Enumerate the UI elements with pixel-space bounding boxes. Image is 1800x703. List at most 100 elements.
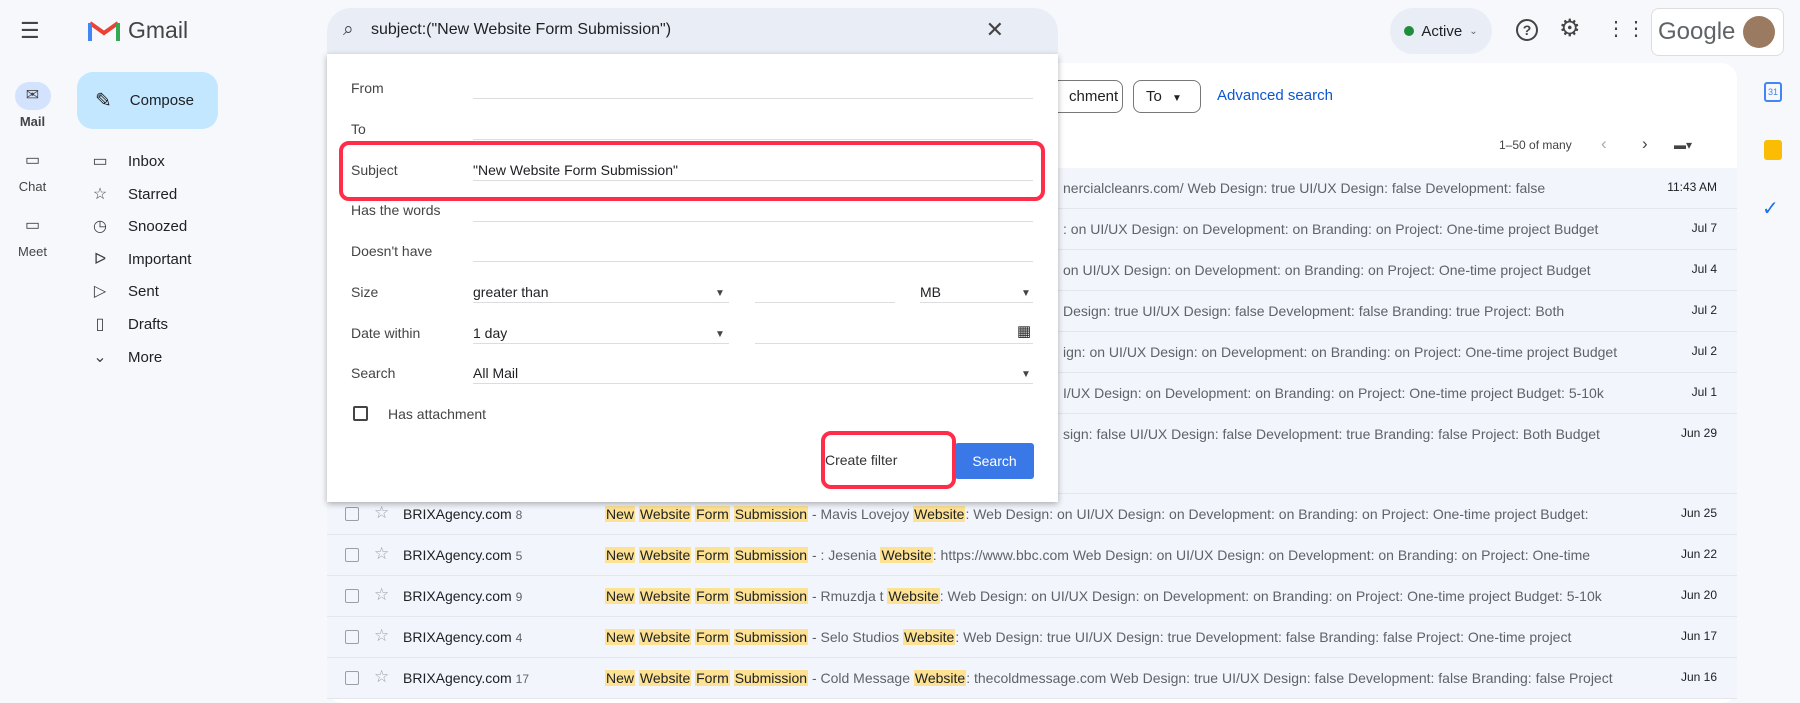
email-sender: BRIXAgency.com 5 — [403, 547, 522, 563]
highlight-term: New — [605, 506, 636, 522]
email-row[interactable]: ☆ BRIXAgency.com 5 New Website Form Submi… — [327, 535, 1737, 576]
email-row[interactable]: ☆ BRIXAgency.com 9 New Website Form Submi… — [327, 576, 1737, 617]
caret-down-icon: ▼ — [715, 288, 725, 299]
search-icon[interactable]: ⌕ — [343, 19, 354, 41]
snippet-text: - Selo Studios — [808, 629, 903, 645]
select-checkbox[interactable] — [345, 671, 359, 685]
important-icon: ᐅ — [93, 251, 107, 268]
has-words-input[interactable] — [473, 221, 1033, 222]
email-sender: BRIXAgency.com 17 — [403, 670, 529, 686]
snippet-text: : Web Design: on UI/UX Design: on Develo… — [965, 506, 1589, 522]
help-icon[interactable]: ? — [1516, 19, 1538, 41]
search-bar[interactable]: ⌕ subject:("New Website Form Submission"… — [327, 8, 1058, 54]
clear-search-icon[interactable]: ✕ — [986, 17, 1004, 43]
rail-meet[interactable]: ▭ Meet — [0, 212, 65, 259]
search-input[interactable]: subject:("New Website Form Submission") — [371, 21, 671, 39]
highlight-term: Website — [638, 588, 692, 604]
has-attachment-checkbox[interactable] — [353, 406, 368, 421]
nav-more[interactable]: ⌄ More — [90, 347, 162, 367]
email-date: Jul 7 — [1691, 221, 1717, 235]
search-scope-select[interactable]: All Mail — [473, 365, 518, 381]
prev-page-icon[interactable]: ‹ — [1601, 134, 1607, 154]
size-unit-select[interactable]: MB — [920, 284, 941, 300]
size-value-input[interactable] — [755, 302, 895, 303]
email-row[interactable]: ☆ BRIXAgency.com 4 New Website Form Submi… — [327, 617, 1737, 658]
keep-icon[interactable] — [1764, 140, 1782, 160]
nav-label: More — [128, 348, 163, 366]
rail-mail[interactable]: ✉ Mail — [0, 82, 65, 129]
snippet-text: : Web Design: on UI/UX Design: on Develo… — [939, 588, 1602, 604]
gmail-logo[interactable]: Gmail — [88, 17, 188, 44]
to-chip[interactable]: To ▼ — [1133, 80, 1201, 113]
has-words-label: Has the words — [351, 202, 441, 218]
select-checkbox[interactable] — [345, 507, 359, 521]
email-subject: New Website Form Submission - : Jesenia … — [605, 547, 1590, 563]
star-icon[interactable]: ☆ — [374, 626, 389, 646]
draft-icon: ▯ — [95, 316, 105, 333]
star-icon[interactable]: ☆ — [374, 544, 389, 564]
account-button[interactable]: Google — [1651, 8, 1784, 56]
highlight-term: New — [605, 670, 636, 686]
nav-label: Inbox — [128, 152, 165, 170]
email-date: Jun 16 — [1680, 670, 1717, 684]
date-within-select[interactable]: 1 day — [473, 325, 507, 341]
select-checkbox[interactable] — [345, 548, 359, 562]
nav-sent[interactable]: ▷ Sent — [90, 281, 159, 301]
select-underline — [920, 302, 1033, 303]
email-subject: New Website Form Submission - Mavis Love… — [605, 506, 1589, 522]
chip-label: chment — [1069, 88, 1119, 105]
rail-chat[interactable]: ▭ Chat — [0, 147, 65, 194]
to-label: To — [351, 121, 366, 137]
star-icon[interactable]: ☆ — [374, 667, 389, 687]
from-input[interactable] — [473, 98, 1033, 99]
compose-button[interactable]: ✎ Compose — [77, 72, 218, 129]
email-sender: BRIXAgency.com 4 — [403, 629, 522, 645]
star-icon[interactable]: ☆ — [374, 585, 389, 605]
highlight-term: Website — [638, 670, 692, 686]
sender-name: BRIXAgency.com — [403, 588, 512, 604]
sender-name: BRIXAgency.com — [403, 629, 512, 645]
settings-gear-icon[interactable]: ⚙ — [1559, 14, 1581, 43]
chevron-down-icon: ⌄ — [1469, 25, 1478, 37]
nav-drafts[interactable]: ▯ Drafts — [90, 314, 168, 334]
send-icon: ▷ — [93, 283, 107, 300]
advanced-search-link[interactable]: Advanced search — [1217, 87, 1333, 104]
doesnt-have-input[interactable] — [473, 261, 1033, 262]
nav-snoozed[interactable]: ◷ Snoozed — [90, 216, 187, 236]
email-snippet: I/UX Design: on Development: on Branding… — [1063, 385, 1604, 401]
nav-starred[interactable]: ☆ Starred — [90, 184, 177, 204]
keyboard-icon[interactable]: ▬▾ — [1674, 138, 1692, 152]
rail-label: Chat — [18, 179, 47, 194]
main-menu-icon[interactable]: ☰ — [20, 18, 40, 44]
next-page-icon[interactable]: › — [1642, 134, 1648, 154]
highlight-term: Website — [638, 629, 692, 645]
nav-label: Important — [128, 250, 192, 268]
email-sender: BRIXAgency.com 9 — [403, 588, 522, 604]
nav-inbox[interactable]: ▭ Inbox — [90, 151, 165, 171]
size-operator-select[interactable]: greater than — [473, 284, 549, 300]
snippet-text: - Cold Message — [808, 670, 914, 686]
highlight-term: Form — [695, 629, 730, 645]
app-name: Gmail — [128, 17, 189, 43]
to-input[interactable] — [473, 139, 1033, 140]
search-button[interactable]: Search — [955, 443, 1034, 479]
nav-important[interactable]: ᐅ Important — [90, 249, 192, 269]
date-input[interactable] — [755, 343, 1033, 344]
calendar-icon[interactable]: 31 — [1764, 82, 1782, 102]
select-checkbox[interactable] — [345, 630, 359, 644]
email-date: Jul 2 — [1691, 303, 1717, 317]
star-icon: ☆ — [92, 186, 108, 203]
email-date: Jun 29 — [1680, 426, 1717, 440]
star-icon[interactable]: ☆ — [374, 503, 389, 523]
calendar-icon[interactable]: ▦ — [1017, 322, 1031, 340]
chat-icon: ▭ — [24, 152, 41, 169]
highlight-term: Form — [695, 506, 730, 522]
email-date: Jul 2 — [1691, 344, 1717, 358]
status-button[interactable]: Active ⌄ — [1390, 8, 1492, 54]
select-checkbox[interactable] — [345, 589, 359, 603]
sender-name: BRIXAgency.com — [403, 506, 512, 522]
highlight-term: Submission — [733, 588, 809, 604]
thread-count: 17 — [515, 672, 530, 686]
email-row[interactable]: ☆ BRIXAgency.com 17 New Website Form Subm… — [327, 658, 1737, 699]
tasks-icon[interactable]: ✓ — [1762, 196, 1779, 221]
